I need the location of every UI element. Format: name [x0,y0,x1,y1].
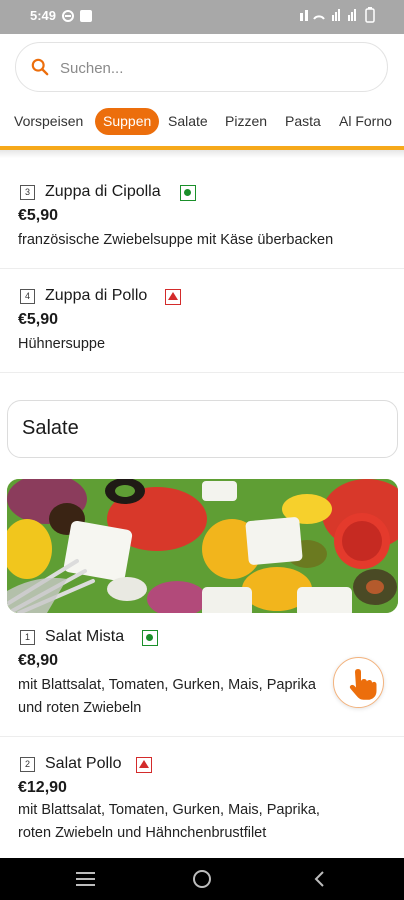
tab-pizzen[interactable]: Pizzen [225,108,267,135]
item-description: französische Zwiebelsuppe mit Käse überb… [18,232,334,248]
veg-icon [142,630,158,646]
item-name: Salat Mista [45,628,125,645]
header-shadow [0,150,404,158]
tab-vorspeisen[interactable]: Vorspeisen [14,108,83,135]
item-price: €5,90 [18,207,59,224]
salad-illustration [7,479,398,613]
recent-apps-icon[interactable] [76,872,95,886]
tap-hand-icon [349,669,377,700]
divider [0,372,404,373]
item-number: 3 [20,185,35,200]
item-number: 4 [20,289,35,304]
home-icon[interactable] [193,870,211,888]
tab-al-forno[interactable]: Al Forno [339,108,392,135]
search-icon [31,58,49,76]
tab-pasta[interactable]: Pasta [285,108,321,135]
item-number: 2 [20,757,35,772]
back-icon[interactable] [313,871,325,887]
divider [0,268,404,269]
item-description-line2: roten Zwiebeln und Hähnchenbrustfilet [18,825,267,841]
nonveg-icon [165,289,181,305]
search-bar[interactable] [15,42,388,92]
divider [0,736,404,737]
item-name: Zuppa di Pollo [45,287,148,304]
item-description: Hühnersuppe [18,336,106,352]
item-name: Zuppa di Cipolla [45,183,161,200]
veg-icon [180,185,196,201]
item-price: €8,90 [18,652,59,669]
item-number: 1 [20,630,35,645]
section-title: Salate [22,417,79,439]
signal-battery-icon [300,7,375,23]
system-nav-bar [0,858,404,900]
category-tabs: Vorspeisen Suppen Salate Pizzen Pasta Al… [0,106,404,136]
section-header-salate: Salate [7,400,398,458]
salad-image [7,479,398,613]
item-description-line1: mit Blattsalat, Tomaten, Gurken, Mais, P… [18,802,320,818]
item-name: Salat Pollo [45,755,122,772]
dnd-icon [62,10,74,22]
tab-salate[interactable]: Salate [168,108,208,135]
item-price: €5,90 [18,311,59,328]
status-time: 5:49 [30,8,57,23]
nonveg-icon [136,757,152,773]
search-input[interactable] [60,55,360,81]
status-bar: 5:49 [0,0,404,34]
order-button[interactable] [333,657,384,708]
item-price: €12,90 [18,779,67,796]
tab-suppen[interactable]: Suppen [95,108,160,135]
gallery-icon [80,10,92,22]
